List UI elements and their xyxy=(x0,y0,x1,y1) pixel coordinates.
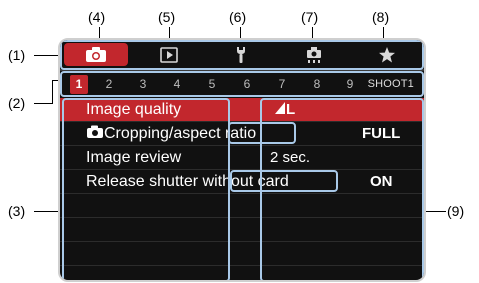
menu-item-empty xyxy=(60,194,424,218)
subtab-4[interactable]: 4 xyxy=(168,75,186,94)
callout-1: (1) xyxy=(8,47,26,63)
menu-item-value: FULL xyxy=(362,125,401,142)
camera-icon xyxy=(86,47,106,62)
wrench-icon xyxy=(237,46,245,63)
callout-3: (3) xyxy=(8,203,26,219)
star-icon xyxy=(379,46,395,62)
tab-custom-functions[interactable] xyxy=(280,43,348,66)
menu-item-label: Image review xyxy=(86,149,182,166)
callout-8: (8) xyxy=(372,9,390,25)
camera-menu-screen: 1 2 3 4 5 6 7 8 9 SHOOT1 Image quality L xyxy=(58,38,426,282)
menu-item-cropping-aspect-ratio[interactable]: Cropping/aspect ratio FULL xyxy=(60,122,424,146)
callout-7: (7) xyxy=(301,9,319,25)
subtab-6[interactable]: 6 xyxy=(238,75,256,94)
tab-playback[interactable] xyxy=(136,43,202,66)
menu-item-value: ON xyxy=(370,173,393,190)
subtab-1[interactable]: 1 xyxy=(70,75,88,94)
menu-item-image-review[interactable]: Image review 2 sec. xyxy=(60,146,424,170)
main-tab-bar xyxy=(60,40,424,69)
subtab-8[interactable]: 8 xyxy=(308,75,326,94)
custom-function-icon xyxy=(307,46,321,63)
leader-line-3 xyxy=(34,211,60,212)
callout-4: (4) xyxy=(88,9,106,25)
menu-item-empty xyxy=(60,242,424,266)
subtab-7[interactable]: 7 xyxy=(273,75,291,94)
camera-icon xyxy=(87,125,103,138)
tab-my-menu[interactable] xyxy=(354,43,420,66)
subtab-3[interactable]: 3 xyxy=(134,75,152,94)
menu-item-label: Cropping/aspect ratio xyxy=(86,124,256,144)
menu-item-value: 2 sec. xyxy=(270,149,311,166)
playback-icon xyxy=(160,46,178,63)
callout-5: (5) xyxy=(158,9,176,25)
tab-shooting[interactable] xyxy=(64,43,128,66)
menu-item-value: L xyxy=(274,100,295,120)
subtab-2[interactable]: 2 xyxy=(100,75,118,94)
callout-9: (9) xyxy=(447,203,465,219)
subtab-5[interactable]: 5 xyxy=(203,75,221,94)
menu-item-image-quality[interactable]: Image quality L xyxy=(60,98,424,122)
menu-item-label: Release shutter without card xyxy=(86,173,289,190)
leader-line-2 xyxy=(34,103,52,104)
menu-item-label: Image quality xyxy=(86,101,182,118)
callout-2: (2) xyxy=(8,95,26,111)
subtab-9[interactable]: 9 xyxy=(341,75,359,94)
menu-item-empty xyxy=(60,218,424,242)
tab-setup[interactable] xyxy=(208,43,274,66)
callout-6: (6) xyxy=(229,9,247,25)
menu-item-release-shutter-without-card[interactable]: Release shutter without card ON xyxy=(60,170,424,194)
page-label: SHOOT1 xyxy=(367,78,414,90)
image-quality-fine-icon xyxy=(275,102,285,114)
sub-tab-bar: 1 2 3 4 5 6 7 8 9 SHOOT1 xyxy=(60,71,424,97)
leader-line-1 xyxy=(34,55,58,56)
leader-line-2-vertical xyxy=(52,80,53,104)
